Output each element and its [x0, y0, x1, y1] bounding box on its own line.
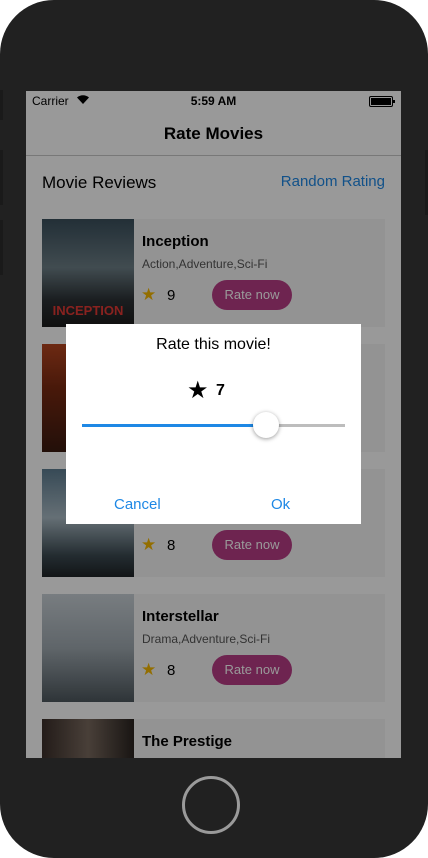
rating-slider-thumb[interactable] — [253, 412, 280, 438]
home-button[interactable] — [182, 776, 240, 834]
rating-slider-track[interactable] — [82, 424, 345, 427]
screen: Carrier 5:59 AM Rate Movies Movie Review… — [26, 91, 401, 758]
mute-switch — [0, 90, 3, 120]
rating-value: 7 — [216, 382, 225, 399]
cancel-button[interactable]: Cancel — [114, 496, 161, 513]
star-icon: ★ — [187, 377, 209, 404]
rating-dialog: Rate this movie! ★ 7 Cancel Ok — [66, 324, 361, 524]
dialog-title: Rate this movie! — [156, 336, 271, 353]
volume-down-button — [0, 220, 3, 275]
phone-frame: Carrier 5:59 AM Rate Movies Movie Review… — [0, 0, 428, 858]
ok-button[interactable]: Ok — [271, 496, 290, 513]
volume-up-button — [0, 150, 3, 205]
rating-slider-fill — [82, 424, 267, 427]
